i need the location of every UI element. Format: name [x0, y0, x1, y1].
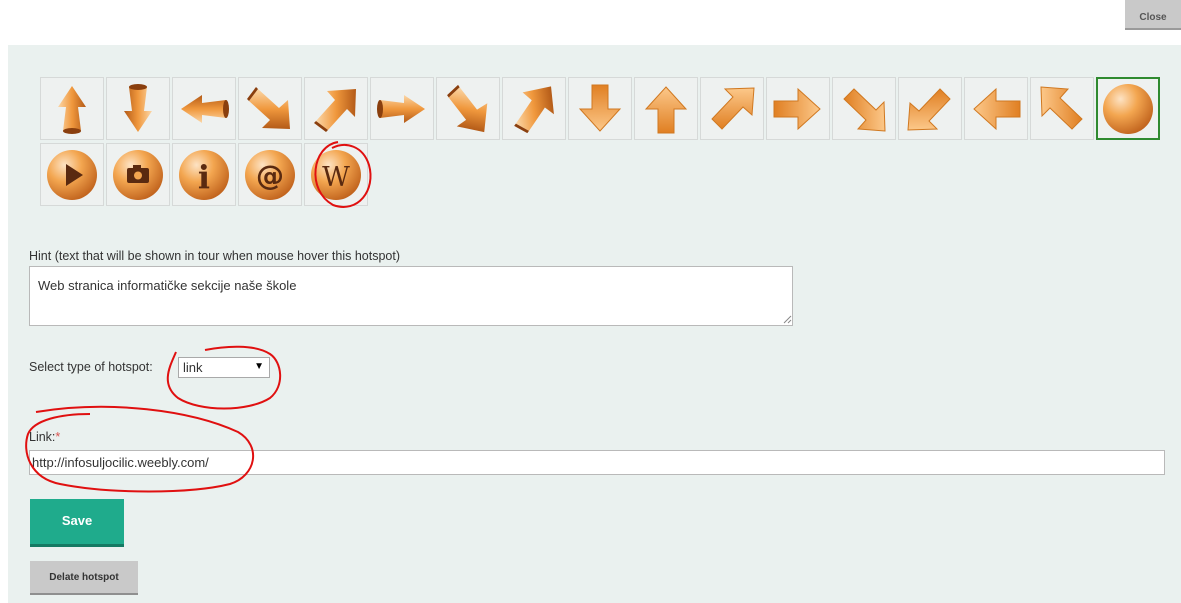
email-at-icon[interactable]: @ — [238, 143, 302, 206]
wikipedia-icon[interactable]: W — [304, 143, 368, 206]
hotspot-icon-grid: i @ W — [40, 77, 1170, 211]
link-label-text: Link: — [29, 430, 56, 444]
hint-label: Hint (text that will be shown in tour wh… — [29, 249, 401, 263]
info-icon[interactable]: i — [172, 143, 236, 206]
arrow-down-icon[interactable] — [106, 77, 170, 140]
arrow-up-right-icon[interactable] — [304, 77, 368, 140]
play-icon[interactable] — [40, 143, 104, 206]
link-label: Link:* — [29, 430, 60, 444]
arrow-right-icon[interactable] — [370, 77, 434, 140]
delete-hotspot-button[interactable]: Delate hotspot — [30, 561, 138, 595]
svg-text:i: i — [198, 158, 210, 196]
arrow-left-icon[interactable] — [172, 77, 236, 140]
dropdown-arrow-icon: ▼ — [254, 361, 264, 372]
flat-arrow-down-left-icon[interactable] — [898, 77, 962, 140]
camera-icon[interactable] — [106, 143, 170, 206]
required-marker: * — [55, 430, 61, 444]
arrow-up-right-icon[interactable] — [502, 77, 566, 140]
flat-arrow-up-left-icon[interactable] — [1030, 77, 1094, 140]
close-button[interactable]: Close — [1125, 0, 1181, 30]
svg-text:W: W — [322, 162, 350, 193]
arrow-up-icon[interactable] — [40, 77, 104, 140]
save-button[interactable]: Save — [30, 499, 124, 547]
flat-arrow-down-right-icon[interactable] — [832, 77, 896, 140]
flat-arrow-up-icon[interactable] — [634, 77, 698, 140]
link-input[interactable] — [29, 450, 1165, 475]
hotspot-type-value: link — [183, 360, 203, 375]
hint-textarea[interactable]: Web stranica informatičke sekcije naše š… — [29, 266, 793, 326]
flat-arrow-down-icon[interactable] — [568, 77, 632, 140]
flat-arrow-left-icon[interactable] — [964, 77, 1028, 140]
flat-arrow-up-right-icon[interactable] — [700, 77, 764, 140]
svg-text:@: @ — [256, 159, 284, 192]
flat-arrow-right-icon[interactable] — [766, 77, 830, 140]
hotspot-type-label: Select type of hotspot: — [29, 360, 153, 374]
arrow-down-right-icon[interactable] — [436, 77, 500, 140]
hotspot-type-select[interactable]: link ▼ — [178, 357, 270, 378]
sphere-icon[interactable] — [1096, 77, 1160, 140]
arrow-down-right-icon[interactable] — [238, 77, 302, 140]
